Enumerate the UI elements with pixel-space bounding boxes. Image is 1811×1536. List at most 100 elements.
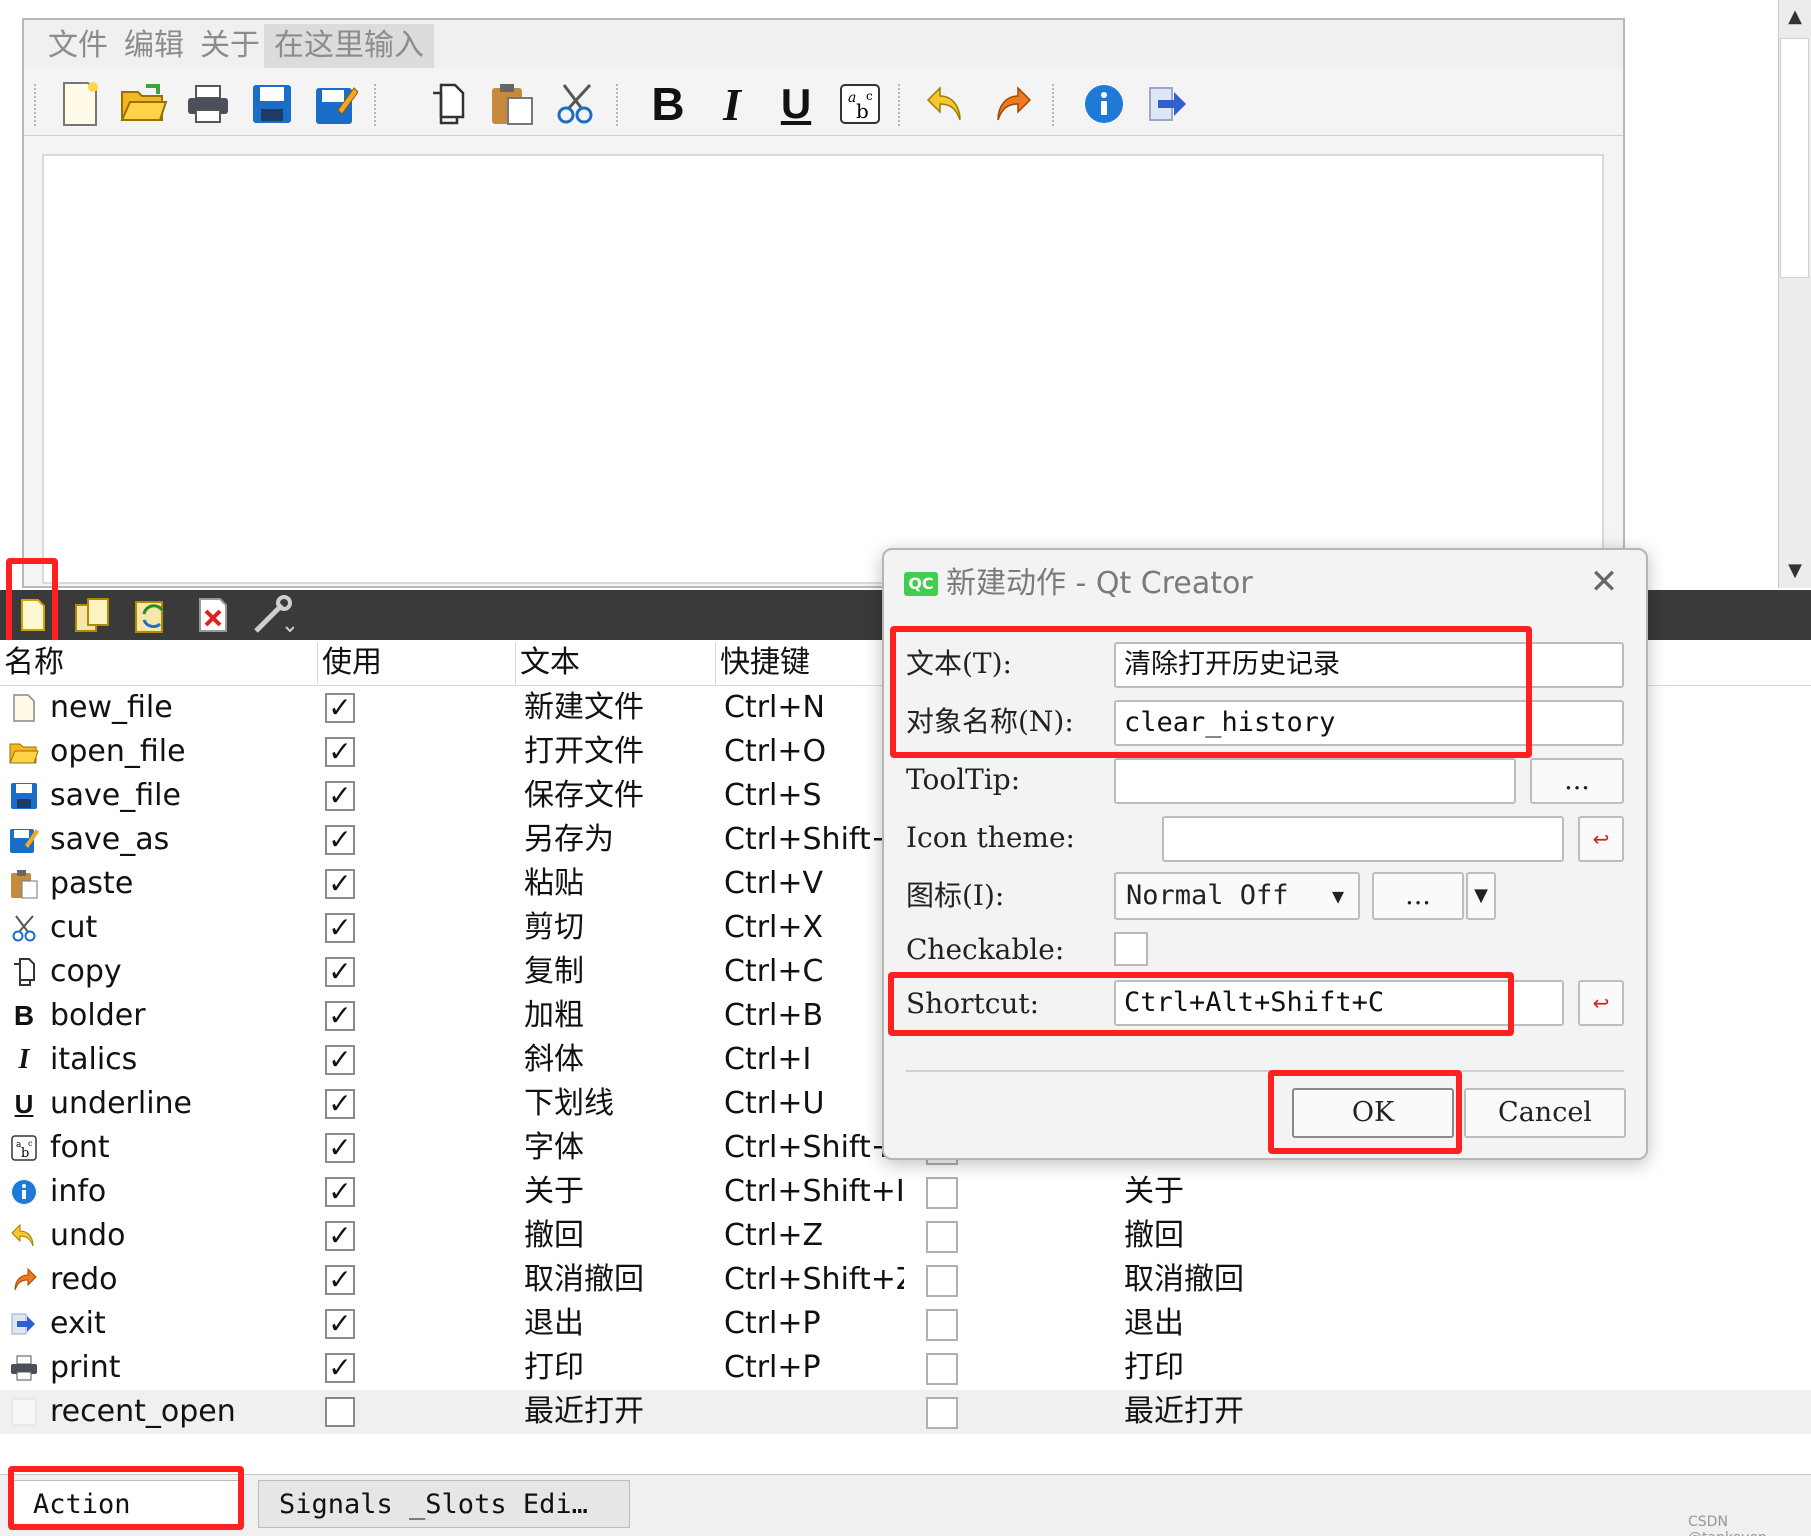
undo-icon[interactable] xyxy=(920,78,972,130)
action-name[interactable]: cut xyxy=(50,906,310,950)
print-icon[interactable] xyxy=(182,78,234,130)
used-checkbox[interactable]: ✓ xyxy=(325,957,355,987)
checkable-checkbox[interactable] xyxy=(926,1397,958,1429)
reset-icon[interactable]: ↩ xyxy=(1578,816,1624,862)
ok-button[interactable]: OK xyxy=(1292,1088,1454,1138)
menu-type-here[interactable]: 在这里输入 xyxy=(264,24,434,68)
action-name[interactable]: recent_open xyxy=(50,1390,310,1434)
new-action-icon[interactable] xyxy=(10,594,56,636)
action-name[interactable]: save_as xyxy=(50,818,310,862)
tooltip-input[interactable] xyxy=(1114,758,1516,804)
redo-icon[interactable] xyxy=(986,78,1038,130)
header-name[interactable]: 名称 xyxy=(0,642,318,684)
object-name-input[interactable]: clear_history xyxy=(1114,700,1624,746)
header-text[interactable]: 文本 xyxy=(516,642,716,684)
table-row[interactable]: print ✓ 打印 Ctrl+P 打印 xyxy=(0,1346,1811,1390)
font-icon[interactable]: abc xyxy=(834,78,886,130)
used-checkbox[interactable]: ✓ xyxy=(325,1309,355,1339)
scrollbar-thumb[interactable] xyxy=(1780,38,1809,278)
table-row[interactable]: redo ✓ 取消撤回 Ctrl+Shift+Z 取消撤回 xyxy=(0,1258,1811,1302)
used-checkbox[interactable]: ✓ xyxy=(325,781,355,811)
toolbar-grip[interactable] xyxy=(34,84,40,126)
copy-action-icon[interactable] xyxy=(70,594,116,636)
cut-icon[interactable] xyxy=(550,78,602,130)
menu-about[interactable]: 关于 xyxy=(190,24,270,68)
configure-icon[interactable] xyxy=(250,594,296,636)
checkable-checkbox[interactable] xyxy=(926,1221,958,1253)
info-icon[interactable] xyxy=(1078,78,1130,130)
save-as-icon[interactable] xyxy=(310,78,362,130)
shortcut-input[interactable]: Ctrl+Alt+Shift+C xyxy=(1114,980,1564,1026)
header-used[interactable]: 使用 xyxy=(318,642,516,684)
table-row[interactable]: info ✓ 关于 Ctrl+Shift+I 关于 xyxy=(0,1170,1811,1214)
italic-icon[interactable]: I xyxy=(706,78,758,130)
used-checkbox[interactable]: ✓ xyxy=(325,825,355,855)
used-checkbox[interactable]: ✓ xyxy=(325,1177,355,1207)
action-name[interactable]: print xyxy=(50,1346,310,1390)
checkable-checkbox[interactable] xyxy=(926,1309,958,1341)
delete-action-icon[interactable] xyxy=(190,594,236,636)
checkable-checkbox[interactable] xyxy=(926,1265,958,1297)
save-icon[interactable] xyxy=(246,78,298,130)
tab-signals-slots-editor[interactable]: Signals _Slots Edi… xyxy=(258,1480,630,1528)
action-name[interactable]: italics xyxy=(50,1038,310,1082)
menu-file[interactable]: 文件 xyxy=(38,24,118,68)
close-icon[interactable]: ✕ xyxy=(1586,562,1622,602)
icon-more-button[interactable]: ... xyxy=(1372,872,1464,920)
action-name[interactable]: info xyxy=(50,1170,310,1214)
used-checkbox[interactable]: ✓ xyxy=(325,1045,355,1075)
menu-edit[interactable]: 编辑 xyxy=(114,24,194,68)
table-row[interactable]: undo ✓ 撤回 Ctrl+Z 撤回 xyxy=(0,1214,1811,1258)
icon-menu-dropdown[interactable]: ▼ xyxy=(1466,872,1496,920)
tab-action-editor[interactable]: Action Editor xyxy=(12,1480,240,1528)
table-row[interactable]: recent_open 最近打开 最近打开 xyxy=(0,1390,1811,1434)
icon-mode-select[interactable]: Normal Off ▼ xyxy=(1114,872,1360,920)
used-checkbox[interactable]: ✓ xyxy=(325,1089,355,1119)
action-name[interactable]: save_file xyxy=(50,774,310,818)
used-checkbox[interactable]: ✓ xyxy=(325,1133,355,1163)
action-name[interactable]: undo xyxy=(50,1214,310,1258)
paste-action-icon[interactable] xyxy=(130,594,176,636)
used-checkbox[interactable]: ✓ xyxy=(325,1221,355,1251)
underline-icon[interactable]: U xyxy=(770,78,822,130)
bold-icon[interactable]: B xyxy=(642,78,694,130)
icon-theme-input[interactable] xyxy=(1162,816,1564,862)
copy-icon[interactable] xyxy=(422,78,474,130)
action-name[interactable]: bolder xyxy=(50,994,310,1038)
cancel-button[interactable]: Cancel xyxy=(1464,1088,1626,1138)
action-name[interactable]: underline xyxy=(50,1082,310,1126)
action-name[interactable]: new_file xyxy=(50,686,310,730)
tooltip-more-button[interactable]: ... xyxy=(1530,758,1624,804)
text-input[interactable]: 清除打开历史记录 xyxy=(1114,642,1624,688)
action-name[interactable]: exit xyxy=(50,1302,310,1346)
new-file-icon[interactable] xyxy=(54,78,106,130)
checkable-checkbox[interactable] xyxy=(1114,932,1148,966)
used-checkbox[interactable] xyxy=(325,1397,355,1427)
toolbar-grip[interactable] xyxy=(616,84,622,126)
used-checkbox[interactable]: ✓ xyxy=(325,913,355,943)
used-checkbox[interactable]: ✓ xyxy=(325,1001,355,1031)
used-checkbox[interactable]: ✓ xyxy=(325,869,355,899)
action-name[interactable]: open_file xyxy=(50,730,310,774)
toolbar-grip[interactable] xyxy=(1052,84,1058,126)
exit-icon[interactable] xyxy=(1142,78,1194,130)
scroll-up-icon[interactable]: ▲ xyxy=(1782,4,1808,30)
checkable-checkbox[interactable] xyxy=(926,1177,958,1209)
toolbar-grip[interactable] xyxy=(374,84,380,126)
bold-icon: B xyxy=(13,1000,35,1031)
action-name[interactable]: redo xyxy=(50,1258,310,1302)
used-checkbox[interactable]: ✓ xyxy=(325,693,355,723)
paste-icon[interactable] xyxy=(486,78,538,130)
action-name[interactable]: paste xyxy=(50,862,310,906)
action-name[interactable]: copy xyxy=(50,950,310,994)
action-name[interactable]: font xyxy=(50,1126,310,1170)
reset-icon[interactable]: ↩ xyxy=(1578,980,1624,1026)
used-checkbox[interactable]: ✓ xyxy=(325,1265,355,1295)
used-checkbox[interactable]: ✓ xyxy=(325,737,355,767)
scroll-down-icon[interactable]: ▼ xyxy=(1782,558,1808,584)
open-file-icon[interactable] xyxy=(118,78,170,130)
checkable-checkbox[interactable] xyxy=(926,1353,958,1385)
table-row[interactable]: exit ✓ 退出 Ctrl+P 退出 xyxy=(0,1302,1811,1346)
toolbar-grip[interactable] xyxy=(898,84,904,126)
used-checkbox[interactable]: ✓ xyxy=(325,1353,355,1383)
